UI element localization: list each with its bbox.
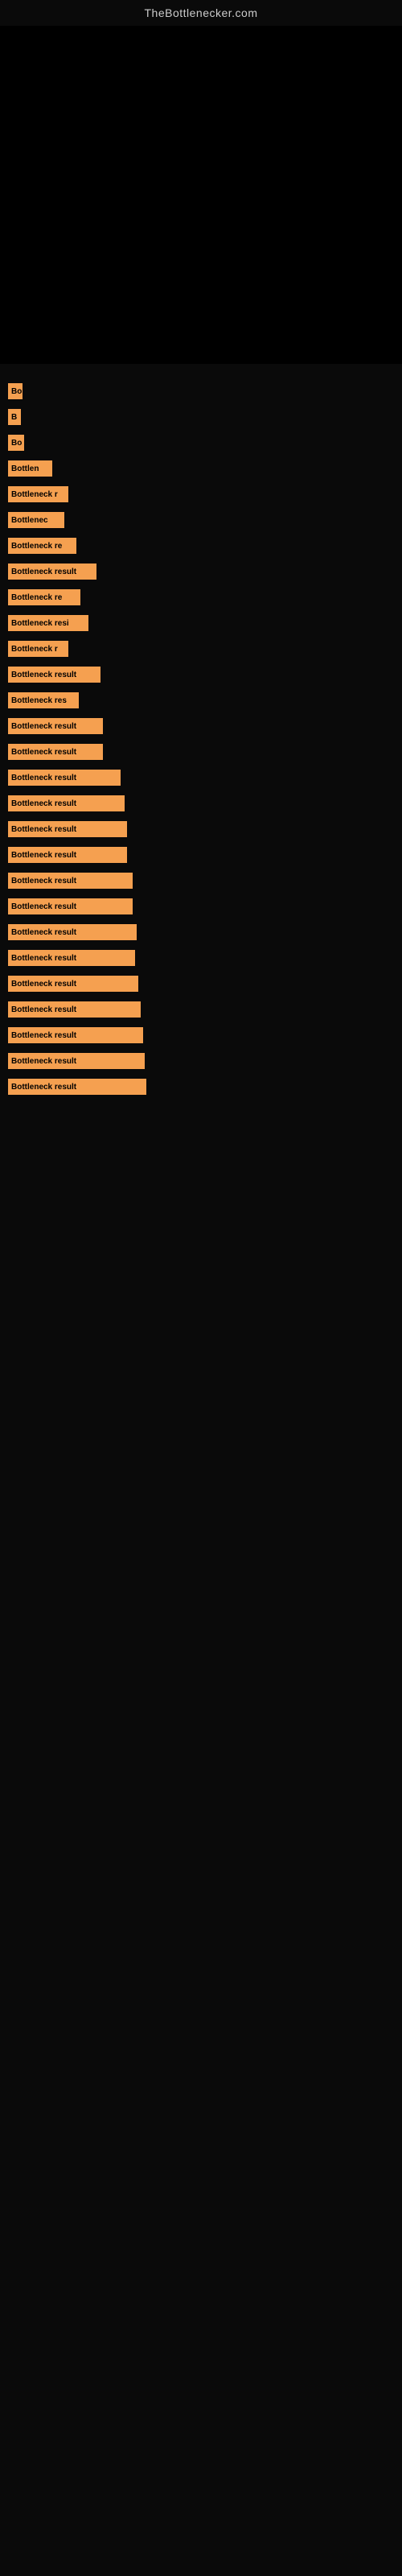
bar-row: Bo (8, 380, 394, 402)
bar-row: Bottlenec (8, 509, 394, 531)
bar-row: Bo (8, 431, 394, 454)
bar-row: Bottleneck result (8, 844, 394, 866)
bar: Bottleneck result (8, 1079, 146, 1095)
bar-row: Bottleneck res (8, 689, 394, 712)
bar: Bottleneck result (8, 898, 133, 914)
chart-area (0, 26, 402, 364)
bar: Bottleneck result (8, 1001, 141, 1018)
bar-row: Bottleneck result (8, 818, 394, 840)
bar-row: Bottleneck result (8, 766, 394, 789)
bar-row: Bottleneck r (8, 638, 394, 660)
bar: Bottleneck result (8, 564, 96, 580)
bar-row: Bottleneck result (8, 921, 394, 943)
bar-row: Bottleneck result (8, 1075, 394, 1098)
bar-row: Bottleneck result (8, 998, 394, 1021)
bar-row: Bottleneck re (8, 535, 394, 557)
bars-container: Bo B Bo Bottlen Bottleneck r Bottlenec Bottlen… (0, 364, 402, 1101)
bar-row: Bottleneck result (8, 895, 394, 918)
bar-row: Bottleneck result (8, 792, 394, 815)
bar-row: B (8, 406, 394, 428)
bar: Bottleneck res (8, 692, 79, 708)
bar: Bo (8, 383, 23, 399)
bar: Bottleneck result (8, 667, 100, 683)
bar: Bottleneck resi (8, 615, 88, 631)
bar: Bottleneck result (8, 1027, 143, 1043)
bar: Bottleneck result (8, 950, 135, 966)
bar-row: Bottleneck result (8, 1024, 394, 1046)
bar-row: Bottleneck result (8, 947, 394, 969)
bar-row: Bottleneck result (8, 1050, 394, 1072)
bar-row: Bottleneck resi (8, 612, 394, 634)
bar: Bottleneck r (8, 641, 68, 657)
bar: Bottleneck result (8, 1053, 145, 1069)
bar: Bottlen (8, 460, 52, 477)
bar-row: Bottleneck re (8, 586, 394, 609)
bar: Bottlenec (8, 512, 64, 528)
bar: Bottleneck r (8, 486, 68, 502)
site-title: TheBottlenecker.com (0, 0, 402, 26)
bar-row: Bottleneck result (8, 560, 394, 583)
bar-row: Bottleneck result (8, 869, 394, 892)
bar: Bottleneck result (8, 770, 121, 786)
bar-row: Bottlen (8, 457, 394, 480)
bar: Bottleneck result (8, 873, 133, 889)
bar: Bottleneck re (8, 538, 76, 554)
bar-row: Bottleneck result (8, 741, 394, 763)
bar: Bottleneck result (8, 795, 125, 811)
bar-row: Bottleneck result (8, 715, 394, 737)
bar-row: Bottleneck result (8, 972, 394, 995)
bar-row: Bottleneck r (8, 483, 394, 506)
bar-row: Bottleneck result (8, 663, 394, 686)
bar: Bottleneck result (8, 847, 127, 863)
bar: Bo (8, 435, 24, 451)
bar: Bottleneck re (8, 589, 80, 605)
bar: Bottleneck result (8, 976, 138, 992)
bar: Bottleneck result (8, 924, 137, 940)
bar: Bottleneck result (8, 821, 127, 837)
bar: B (8, 409, 21, 425)
bar: Bottleneck result (8, 744, 103, 760)
bar: Bottleneck result (8, 718, 103, 734)
